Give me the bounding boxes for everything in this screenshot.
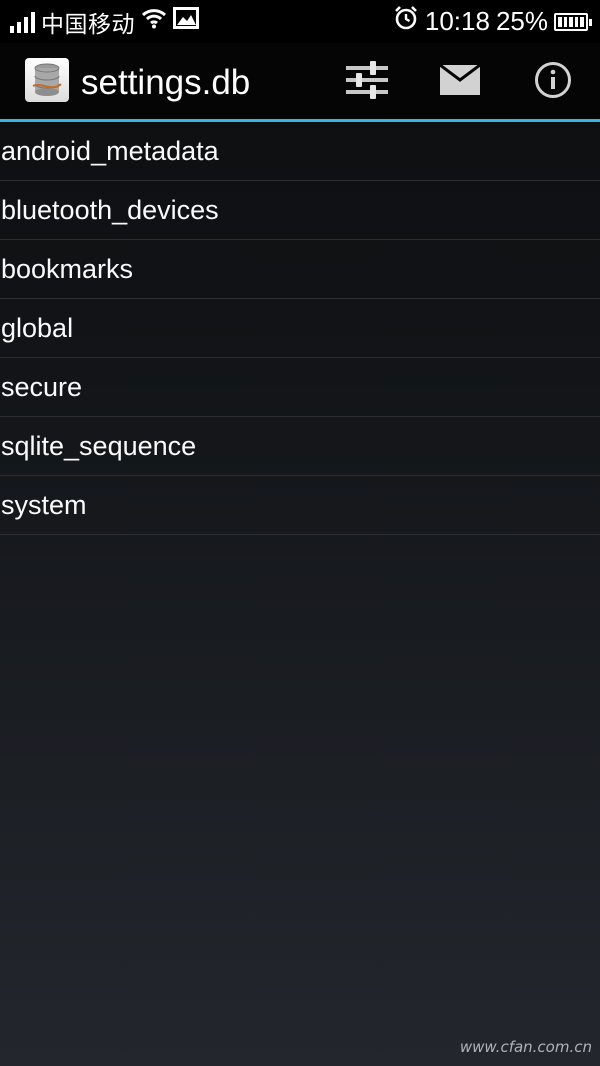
carrier-label: 中国移动 [41, 10, 135, 37]
list-item[interactable]: android_metadata [0, 122, 600, 181]
watermark: www.cfan.com.cn [459, 1038, 592, 1056]
database-icon [25, 58, 69, 102]
list-item[interactable]: bookmarks [0, 240, 600, 299]
battery-percent: 25% [495, 6, 548, 36]
table-name: system [1, 489, 87, 520]
list-item[interactable]: system [0, 476, 600, 535]
action-bar: settings.db [0, 43, 600, 122]
clock: 10:18 [424, 6, 490, 36]
table-name: android_metadata [1, 135, 219, 166]
info-icon [534, 61, 572, 104]
info-button[interactable] [528, 57, 578, 107]
table-name: secure [1, 371, 83, 402]
table-name: global [1, 312, 74, 343]
battery-icon [554, 12, 592, 31]
status-bar: 中国移动 10:18 25% [0, 0, 600, 43]
filter-settings-button[interactable] [342, 57, 392, 107]
list-item[interactable]: bluetooth_devices [0, 181, 600, 240]
wifi-icon [141, 7, 167, 36]
mail-button[interactable] [435, 57, 485, 107]
signal-icon [10, 11, 35, 33]
table-name: bluetooth_devices [1, 194, 219, 225]
sliders-icon [345, 58, 389, 107]
table-list: android_metadata bluetooth_devices bookm… [0, 122, 600, 535]
mail-icon [439, 63, 481, 100]
gallery-icon [173, 7, 199, 36]
status-left: 中国移动 [0, 5, 199, 39]
status-right: 10:18 25% [393, 0, 592, 43]
alarm-icon [393, 5, 419, 38]
table-name: bookmarks [1, 253, 134, 284]
list-item[interactable]: global [0, 299, 600, 358]
page-title: settings.db [81, 63, 251, 102]
list-item[interactable]: secure [0, 358, 600, 417]
table-name: sqlite_sequence [1, 430, 197, 461]
list-item[interactable]: sqlite_sequence [0, 417, 600, 476]
